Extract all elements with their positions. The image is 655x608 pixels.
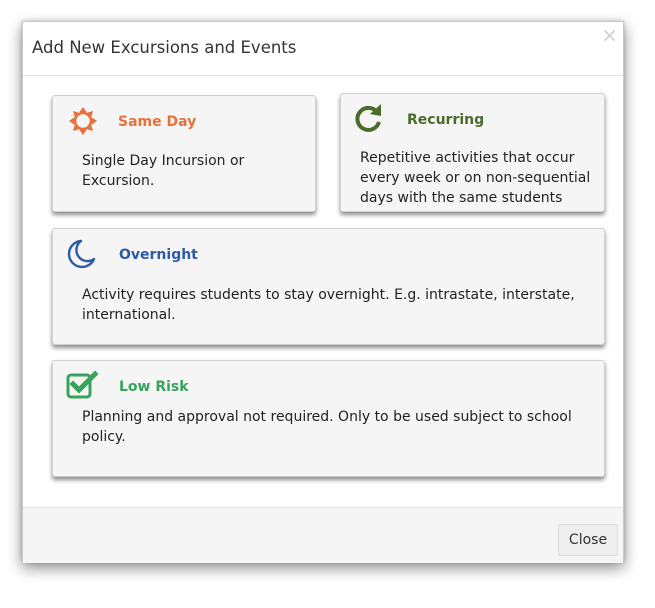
recurring-description: Repetitive activities that occur every w… bbox=[360, 148, 590, 208]
close-icon[interactable]: × bbox=[601, 25, 618, 45]
close-button[interactable]: Close bbox=[558, 524, 618, 556]
checkbox-icon bbox=[66, 370, 99, 404]
low-risk-description: Planning and approval not required. Only… bbox=[82, 407, 572, 447]
recurring-description-line: Repetitive activities that occur bbox=[360, 150, 575, 166]
recurring-title: Recurring bbox=[407, 112, 485, 128]
dialog-title: Add New Excursions and Events bbox=[32, 38, 297, 57]
low-risk-title: Low Risk bbox=[119, 379, 189, 395]
add-excursions-dialog: Add New Excursions and Events × Same Day bbox=[22, 21, 624, 563]
recurring-description-line: days with the same students bbox=[360, 190, 563, 206]
card-same-day[interactable]: Same Day Single Day Incursion or Excursi… bbox=[52, 95, 316, 212]
low-risk-description-line: Planning and approval not required. Only… bbox=[82, 409, 572, 425]
card-low-risk[interactable]: Low Risk Planning and approval not requi… bbox=[52, 360, 605, 477]
overnight-description: Activity requires students to stay overn… bbox=[82, 285, 575, 325]
overnight-title: Overnight bbox=[119, 247, 198, 263]
overnight-description-line: international. bbox=[82, 307, 176, 323]
same-day-description: Single Day Incursion or Excursion. bbox=[82, 153, 245, 189]
overnight-description-line: Activity requires students to stay overn… bbox=[82, 287, 575, 303]
dialog-footer: Close bbox=[23, 507, 623, 563]
moon-icon bbox=[66, 239, 96, 273]
same-day-title: Same Day bbox=[118, 114, 197, 130]
recurring-description-line: every week or on non-sequential bbox=[360, 170, 591, 186]
low-risk-description-line: policy. bbox=[82, 429, 126, 445]
card-recurring[interactable]: Recurring Repetitive activities that occ… bbox=[340, 93, 605, 212]
recurring-arrow-icon bbox=[354, 102, 384, 138]
sun-icon bbox=[67, 105, 99, 141]
dialog-header: Add New Excursions and Events × bbox=[23, 22, 623, 76]
card-overnight[interactable]: Overnight Activity requires students to … bbox=[52, 228, 605, 345]
